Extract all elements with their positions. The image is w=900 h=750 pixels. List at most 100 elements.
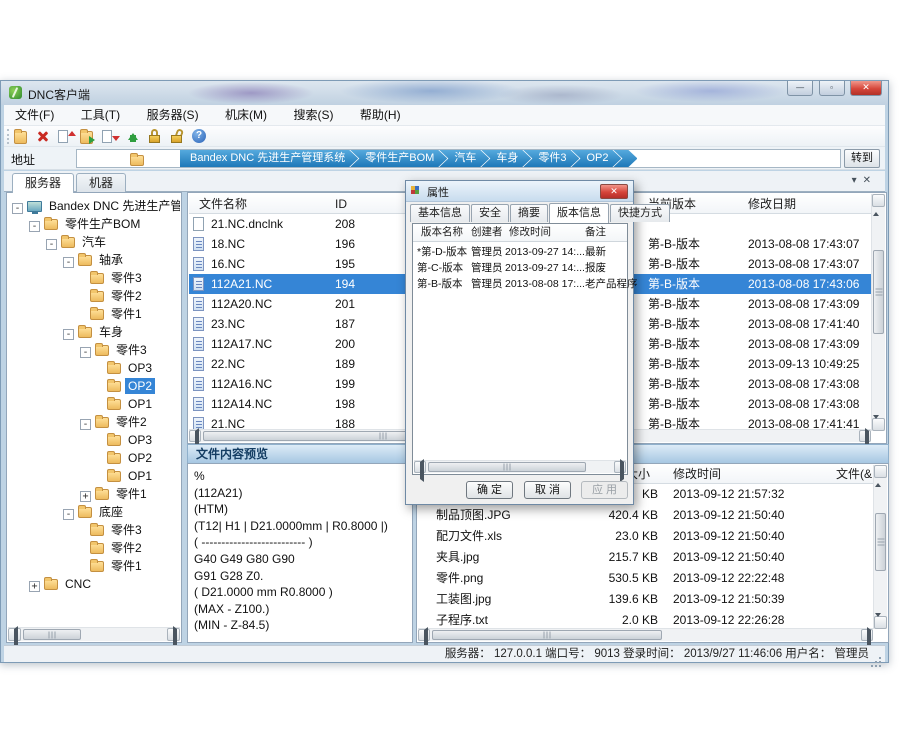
address-label: 地址 — [11, 151, 35, 168]
dialog-title-bar[interactable]: 属性 ✕ — [406, 181, 633, 202]
folder-icon — [130, 152, 144, 170]
version-row[interactable]: 第-B-版本管理员2013-08-08 17:...老产品程序 — [413, 276, 627, 292]
menu-tools[interactable]: 工具(T) — [70, 105, 131, 126]
tree-item[interactable]: -零件2 — [8, 413, 180, 431]
file-icon — [193, 217, 204, 231]
dialog-horizontal-scrollbar[interactable] — [414, 460, 626, 473]
tab-version-info[interactable]: 版本信息 — [549, 203, 609, 223]
address-bar: 地址 Bandex DNC 先进生产管理系统 零件生产BOM 汽车 车身 零件3… — [4, 147, 885, 170]
preview-line: (MAX - Z100.) — [194, 601, 410, 618]
breadcrumb-bom[interactable]: 零件生产BOM — [350, 150, 447, 167]
tree-item[interactable]: 零件1 — [8, 557, 180, 575]
column-modified-date: 修改日期 — [748, 194, 796, 214]
attachment-row[interactable]: 工装图.jpg139.6 KB2013-09-12 21:50:39 — [418, 589, 873, 610]
version-list: 版本名称 创建者 修改时间 备注 *第-D-版本管理员2013-09-27 14… — [412, 223, 628, 475]
preview-line: ( -------------------------- ) — [194, 534, 410, 551]
nc-file-icon — [193, 377, 204, 391]
tree-item[interactable]: OP3 — [8, 431, 180, 449]
tab-security[interactable]: 安全 — [471, 204, 509, 222]
menu-machine[interactable]: 机床(M) — [214, 105, 278, 126]
send-folder-icon[interactable] — [80, 127, 98, 145]
help-icon[interactable]: ? — [190, 127, 208, 145]
cancel-button[interactable]: 取 消 — [524, 481, 571, 499]
folder-icon — [107, 399, 121, 410]
menu-search[interactable]: 搜索(S) — [282, 105, 344, 126]
ok-button[interactable]: 确 定 — [466, 481, 513, 499]
tree-item[interactable]: -零件生产BOM — [8, 215, 180, 233]
attachments-vertical-scrollbar[interactable] — [873, 465, 887, 629]
tab-machine[interactable]: 机器 — [76, 173, 126, 192]
attachment-row[interactable]: 制品顶图.JPG420.4 KB2013-09-12 21:50:40 — [418, 505, 873, 526]
server-icon — [27, 201, 42, 212]
folder-icon — [107, 453, 121, 464]
attachments-horizontal-scrollbar[interactable] — [418, 628, 873, 641]
minimize-button[interactable]: — — [787, 81, 813, 96]
folder-icon — [90, 309, 104, 320]
breadcrumb-root[interactable]: Bandex DNC 先进生产管理系统 — [180, 150, 358, 167]
tree-item[interactable]: 零件3 — [8, 269, 180, 287]
tree-item-root[interactable]: -Bandex DNC 先进生产管理系统 — [8, 197, 180, 215]
tree-horizontal-scrollbar[interactable] — [8, 627, 180, 641]
new-folder-icon[interactable] — [14, 127, 32, 145]
maximize-button[interactable]: ▫ — [819, 81, 845, 96]
tree-item[interactable]: OP2 — [8, 449, 180, 467]
menu-help[interactable]: 帮助(H) — [349, 105, 412, 126]
nc-file-icon — [193, 317, 204, 331]
preview-line: G91 G28 Z0. — [194, 568, 410, 585]
column-creator: 创建者 — [471, 224, 503, 241]
tab-summary[interactable]: 摘要 — [510, 204, 548, 222]
attachment-row[interactable]: 配刀文件.xls23.0 KB2013-09-12 21:50:40 — [418, 526, 873, 547]
tree-item[interactable]: -车身 — [8, 323, 180, 341]
tree-item[interactable]: OP1 — [8, 467, 180, 485]
upload-icon[interactable] — [124, 127, 142, 145]
tree-item[interactable]: -底座 — [8, 503, 180, 521]
tree-item[interactable]: 零件2 — [8, 539, 180, 557]
attachment-row[interactable]: 零件.png530.5 KB2013-09-12 22:22:48 — [418, 568, 873, 589]
resize-grip[interactable] — [879, 657, 881, 659]
tree-item[interactable]: OP1 — [8, 395, 180, 413]
dialog-close-button[interactable]: ✕ — [600, 184, 628, 199]
preview-band: 文件内容预览 — [187, 444, 413, 464]
tree-item[interactable]: -轴承 — [8, 251, 180, 269]
tree-item[interactable]: 零件3 — [8, 521, 180, 539]
address-field[interactable]: Bandex DNC 先进生产管理系统 零件生产BOM 汽车 车身 零件3 OP… — [76, 149, 841, 168]
column-file: 文件(& — [836, 464, 872, 484]
go-button[interactable]: 转到 — [844, 149, 880, 168]
tree-item-cnc[interactable]: +CNC — [8, 575, 180, 593]
delete-icon[interactable] — [36, 127, 54, 145]
lock-icon[interactable] — [146, 127, 164, 145]
breadcrumb-part3[interactable]: 零件3 — [523, 150, 579, 167]
tree-item[interactable]: -汽车 — [8, 233, 180, 251]
close-button[interactable]: ✕ — [850, 81, 882, 96]
version-list-header[interactable]: 版本名称 创建者 修改时间 备注 — [413, 224, 627, 242]
file-list-vertical-scrollbar[interactable] — [871, 194, 885, 431]
nc-file-icon — [193, 397, 204, 411]
tree-item[interactable]: 零件2 — [8, 287, 180, 305]
tree-item[interactable]: +零件1 — [8, 485, 180, 503]
tree-item[interactable]: 零件1 — [8, 305, 180, 323]
menu-server[interactable]: 服务器(S) — [136, 105, 210, 126]
tabstrip-dropdown-icon[interactable]: ▾ — [852, 175, 863, 186]
tabstrip-close-icon[interactable]: ✕ — [863, 175, 877, 186]
nc-file-icon — [193, 237, 204, 251]
status-text: 服务器： 127.0.0.1 端口号： 9013 登录时间： 2013/9/27… — [445, 648, 869, 660]
preview-panel: % (112A21) (HTM) (T12| H1 | D21.0000mm |… — [187, 463, 413, 643]
tab-basic-info[interactable]: 基本信息 — [410, 204, 470, 222]
tree-item[interactable]: -零件3 — [8, 341, 180, 359]
tab-shortcut[interactable]: 快捷方式 — [610, 204, 670, 222]
unlock-icon[interactable] — [168, 127, 186, 145]
version-row[interactable]: *第-D-版本管理员2013-09-27 14:...最新 — [413, 244, 627, 260]
folder-icon — [78, 327, 92, 338]
nc-file-icon — [193, 337, 204, 351]
version-row[interactable]: 第-C-版本管理员2013-09-27 14:...报废 — [413, 260, 627, 276]
checkout-file-icon[interactable] — [102, 127, 120, 145]
folder-icon — [90, 525, 104, 536]
tree-item-selected[interactable]: OP2 — [8, 377, 180, 395]
tree-item[interactable]: OP3 — [8, 359, 180, 377]
dialog-tabs: 基本信息安全摘要版本信息快捷方式 — [410, 203, 671, 223]
attachment-row[interactable]: 夹具.jpg215.7 KB2013-09-12 21:50:40 — [418, 547, 873, 568]
menu-file[interactable]: 文件(F) — [4, 105, 65, 126]
checkin-file-icon[interactable] — [58, 127, 76, 145]
tab-server[interactable]: 服务器 — [12, 173, 74, 193]
column-remark: 备注 — [585, 224, 606, 241]
